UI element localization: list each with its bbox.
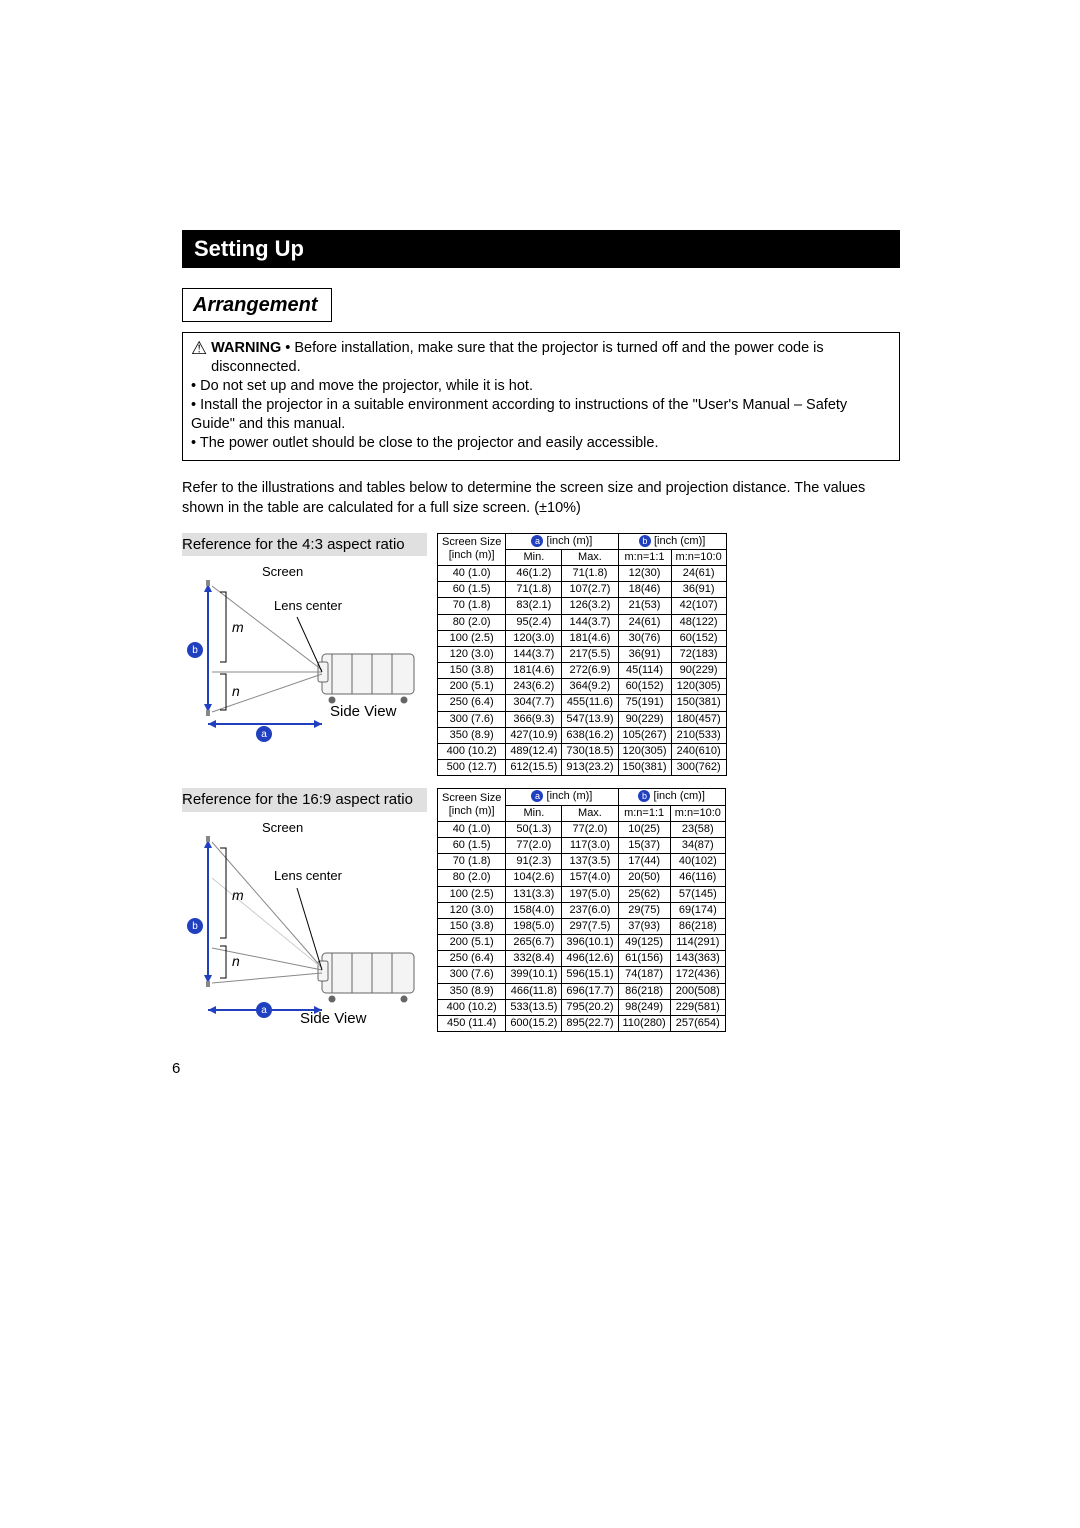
warning-bullet-1: • Before installation, make sure that th… xyxy=(211,340,824,375)
svg-text:Screen: Screen xyxy=(262,564,303,579)
diagram-4-3: b a xyxy=(182,562,427,752)
page-heading: Setting Up xyxy=(182,230,900,268)
marker-b-icon: b xyxy=(639,535,651,547)
warning-box: ⚠ WARNING • Before installation, make su… xyxy=(182,332,900,461)
table-row: 70 (1.8)83(2.1)126(3.2)21(53)42(107) xyxy=(438,598,727,614)
svg-text:n: n xyxy=(232,683,240,699)
warning-bullet-3: • Install the projector in a suitable en… xyxy=(191,396,891,434)
svg-text:n: n xyxy=(232,953,240,969)
table-row: 250 (6.4)332(8.4)496(12.6)61(156)143(363… xyxy=(438,951,726,967)
warning-bullet-2: • Do not set up and move the projector, … xyxy=(191,377,891,396)
table-row: 200 (5.1)265(6.7)396(10.1)49(125)114(291… xyxy=(438,935,726,951)
intro-text: Refer to the illustrations and tables be… xyxy=(182,479,900,518)
table-row: 350 (8.9)466(11.8)696(17.7)86(218)200(50… xyxy=(438,983,726,999)
svg-text:Lens center: Lens center xyxy=(274,598,343,613)
svg-text:Screen: Screen xyxy=(262,820,303,835)
table-row: 400 (10.2)533(13.5)795(20.2)98(249)229(5… xyxy=(438,999,726,1015)
table-row: 80 (2.0)104(2.6)157(4.0)20(50)46(116) xyxy=(438,870,726,886)
table-4-3: Screen Size[inch (m)] a [inch (m)] b [in… xyxy=(437,533,727,777)
table-row: 300 (7.6)399(10.1)596(15.1)74(187)172(43… xyxy=(438,967,726,983)
svg-text:Side View: Side View xyxy=(330,703,397,720)
table-row: 120 (3.0)144(3.7)217(5.5)36(91)72(183) xyxy=(438,646,727,662)
svg-text:b: b xyxy=(192,645,198,656)
table-row: 500 (12.7)612(15.5)913(23.2)150(381)300(… xyxy=(438,760,727,776)
svg-text:Side View: Side View xyxy=(300,1010,367,1027)
table-row: 300 (7.6)366(9.3)547(13.9)90(229)180(457… xyxy=(438,711,727,727)
table-row: 70 (1.8)91(2.3)137(3.5)17(44)40(102) xyxy=(438,854,726,870)
table-row: 200 (5.1)243(6.2)364(9.2)60(152)120(305) xyxy=(438,679,727,695)
table-row: 400 (10.2)489(12.4)730(18.5)120(305)240(… xyxy=(438,744,727,760)
table-row: 40 (1.0)46(1.2)71(1.8)12(30)24(61) xyxy=(438,565,727,581)
svg-text:a: a xyxy=(261,729,267,740)
table-row: 150 (3.8)181(4.6)272(6.9)45(114)90(229) xyxy=(438,663,727,679)
row-16-9: Reference for the 16:9 aspect ratio b a xyxy=(182,788,900,1032)
svg-text:m: m xyxy=(232,887,244,903)
marker-a-icon: a xyxy=(531,790,543,802)
diagram-16-9: b a xyxy=(182,818,427,1028)
table-row: 120 (3.0)158(4.0)237(6.0)29(75)69(174) xyxy=(438,902,726,918)
warning-label: WARNING xyxy=(211,340,281,356)
section-subheading: Arrangement xyxy=(182,288,332,322)
svg-text:a: a xyxy=(261,1005,267,1016)
table-row: 350 (8.9)427(10.9)638(16.2)105(267)210(5… xyxy=(438,727,727,743)
table-row: 100 (2.5)120(3.0)181(4.6)30(76)60(152) xyxy=(438,630,727,646)
table-row: 100 (2.5)131(3.3)197(5.0)25(62)57(145) xyxy=(438,886,726,902)
svg-text:b: b xyxy=(192,921,198,932)
table-row: 450 (11.4)600(15.2)895(22.7)110(280)257(… xyxy=(438,1016,726,1032)
ref-16-9-label: Reference for the 16:9 aspect ratio xyxy=(182,788,427,812)
table-row: 80 (2.0)95(2.4)144(3.7)24(61)48(122) xyxy=(438,614,727,630)
table-row: 150 (3.8)198(5.0)297(7.5)37(93)86(218) xyxy=(438,918,726,934)
table-row: 40 (1.0)50(1.3)77(2.0)10(25)23(58) xyxy=(438,821,726,837)
table-row: 250 (6.4)304(7.7)455(11.6)75(191)150(381… xyxy=(438,695,727,711)
warning-icon: ⚠ xyxy=(191,339,207,357)
svg-text:m: m xyxy=(232,619,244,635)
marker-a-icon: a xyxy=(531,535,543,547)
marker-b-icon: b xyxy=(638,790,650,802)
ref-4-3-label: Reference for the 4:3 aspect ratio xyxy=(182,533,427,557)
row-4-3: Reference for the 4:3 aspect ratio b a xyxy=(182,533,900,777)
table-16-9: Screen Size[inch (m)] a [inch (m)] b [in… xyxy=(437,788,726,1032)
table-row: 60 (1.5)71(1.8)107(2.7)18(46)36(91) xyxy=(438,582,727,598)
page-number: 6 xyxy=(172,1060,900,1078)
svg-text:Lens center: Lens center xyxy=(274,868,343,883)
table-row: 60 (1.5)77(2.0)117(3.0)15(37)34(87) xyxy=(438,837,726,853)
warning-bullet-4: • The power outlet should be close to th… xyxy=(191,434,891,453)
